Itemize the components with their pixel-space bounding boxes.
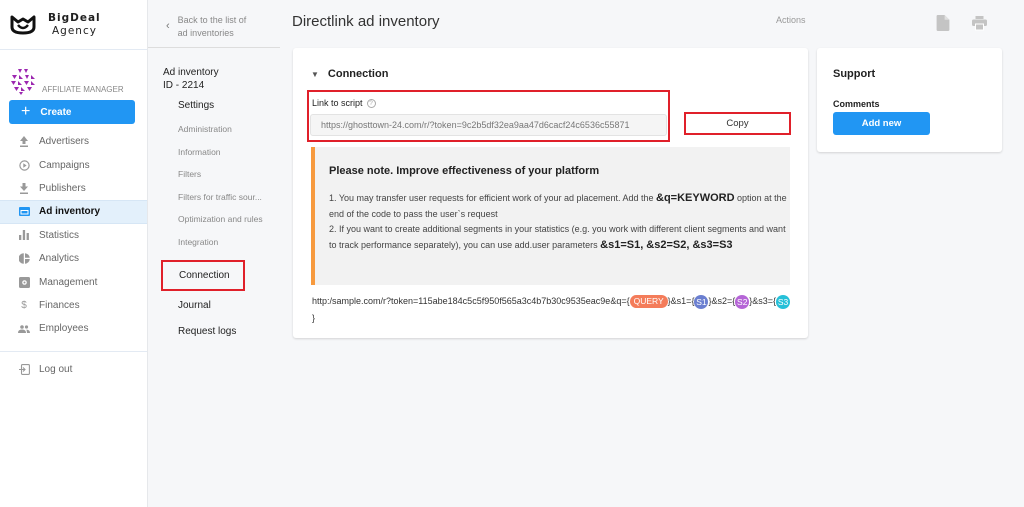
create-button[interactable]: + Create (9, 100, 135, 124)
info-note: Please note. Improve effectiveness of yo… (311, 147, 790, 285)
subnav-traffic-source-filters[interactable]: Filters for traffic sour... (148, 186, 283, 209)
connection-card: ▼ Connection Link to script ? https://gh… (293, 48, 808, 338)
inventory-title: Ad inventory ID - 2214 (148, 48, 283, 92)
chevron-left-icon: ‹ (166, 20, 170, 32)
create-label: Create (40, 106, 72, 118)
sidebar-item-label: Advertisers (39, 136, 90, 148)
ad-window-icon (18, 206, 30, 218)
sidebar-item-label: Statistics (39, 229, 80, 241)
sidebar-item-label: Ad inventory (39, 206, 101, 218)
subnav-information[interactable]: Information (148, 141, 283, 164)
inventory-id: ID - 2214 (163, 80, 205, 91)
section-title: Connection (327, 68, 389, 80)
sidebar-item-advertisers[interactable]: Advertisers (0, 130, 147, 153)
print-icon[interactable] (972, 15, 987, 31)
role-block: AFFILIATE MANAGER (0, 50, 147, 96)
bar-chart-icon (18, 229, 30, 241)
sample-text: }&s1={ (667, 296, 695, 306)
link-to-script-group: Link to script ? https://ghosttown-24.co… (307, 90, 670, 142)
note-paragraph-2: 2. If you want to create additional segm… (329, 222, 790, 253)
main-nav: Advertisers Campaigns Publishers Ad inve… (0, 130, 147, 341)
subnav-journal[interactable]: Journal (148, 293, 283, 319)
subnav-administration[interactable]: Administration (148, 118, 283, 141)
sample-text: http:/sample.com/r?token=115abe184c5c5f9… (312, 296, 630, 306)
nav-divider (0, 350, 147, 352)
sidebar-item-ad-inventory[interactable]: Ad inventory (0, 200, 147, 224)
brand-name: BigDeal Agency (48, 12, 101, 38)
role-label: AFFILIATE MANAGER (42, 85, 124, 94)
subnav-filters[interactable]: Filters (148, 163, 283, 186)
sidebar-item-campaigns[interactable]: Campaigns (0, 153, 147, 176)
sidebar-item-label: Employees (39, 323, 89, 335)
sidebar-item-management[interactable]: Management (0, 270, 147, 293)
sample-url: http:/sample.com/r?token=115abe184c5c5f9… (312, 293, 792, 327)
sidebar-item-label: Publishers (39, 182, 86, 194)
sidebar-item-label: Analytics (39, 253, 80, 265)
sidebar-item-analytics[interactable]: Analytics (0, 247, 147, 270)
subnav-connection[interactable]: Connection (161, 259, 245, 291)
link-label: Link to script ? (312, 98, 376, 108)
sidebar-item-finances[interactable]: $ Finances (0, 294, 147, 317)
caret-down-icon: ▼ (311, 69, 319, 79)
sidebar-item-label: Management (39, 276, 98, 288)
play-circle-icon (18, 159, 30, 171)
download-icon (18, 182, 30, 194)
s3-pill: S3 (776, 294, 791, 309)
query-pill: QUERY (629, 295, 668, 309)
segment-params: &s1=S1, &s2=S2, &s3=S3 (600, 238, 733, 251)
support-title: Support (833, 68, 876, 80)
s2-pill: S2 (735, 294, 750, 309)
note-title: Please note. Improve effectiveness of yo… (329, 165, 600, 177)
subnav-optimization-rules[interactable]: Optimization and rules (148, 208, 283, 231)
upload-icon (18, 136, 30, 148)
brand[interactable]: BigDeal Agency (0, 0, 147, 50)
brand-line1: BigDeal (48, 11, 101, 24)
support-card: Support Comments Add new (817, 48, 1002, 152)
back-line2: ad inventories (177, 28, 234, 38)
avatar (11, 69, 35, 95)
s1-pill: S1 (694, 294, 709, 309)
subnav-integration[interactable]: Integration (148, 231, 283, 254)
subnav-request-logs[interactable]: Request logs (148, 319, 283, 345)
script-link-input[interactable]: https://ghosttown-24.com/r/?token=9c2b5d… (310, 114, 667, 136)
back-to-list-link[interactable]: ‹ Back to the list of ad inventories (148, 0, 280, 48)
sample-text: }&s2={ (708, 296, 736, 306)
sidebar-item-employees[interactable]: Employees (0, 317, 147, 340)
pie-chart-icon (18, 253, 30, 265)
note-text: 1. You may transfer user requests for ef… (329, 193, 657, 203)
document-icon[interactable] (936, 15, 950, 31)
sidebar-item-label: Finances (39, 299, 80, 311)
keyword-param: &q=KEYWORD (656, 192, 735, 204)
sidebar: BigDeal Agency AFFILIATE MANAGER + Creat… (0, 0, 148, 507)
sample-text: }&s3={ (749, 296, 777, 306)
logout-icon (18, 363, 30, 375)
help-icon[interactable]: ? (366, 98, 376, 108)
brand-line2: Agency (52, 24, 97, 37)
comments-label: Comments (833, 99, 880, 109)
sample-text: } (312, 313, 316, 323)
inventory-subnav: ‹ Back to the list of ad inventories Ad … (148, 0, 283, 507)
people-icon (18, 323, 30, 335)
sidebar-item-label: Campaigns (39, 159, 90, 171)
link-label-text: Link to script (312, 98, 363, 108)
settings-box-icon (18, 276, 30, 288)
subnav-settings[interactable]: Settings (148, 94, 283, 118)
brand-logo-icon (10, 15, 36, 34)
sidebar-item-statistics[interactable]: Statistics (0, 224, 147, 247)
page-title: Directlink ad inventory (292, 13, 440, 30)
logout-button[interactable]: Log out (0, 358, 147, 381)
inventory-label: Ad inventory (163, 67, 219, 78)
sidebar-item-publishers[interactable]: Publishers (0, 177, 147, 200)
logout-label: Log out (39, 363, 73, 375)
actions-label: Actions (776, 15, 806, 25)
dollar-icon: $ (21, 299, 27, 311)
back-line1: Back to the list of (177, 15, 247, 25)
note-paragraph-1: 1. You may transfer user requests for ef… (329, 191, 790, 222)
connection-section-toggle[interactable]: ▼ Connection (311, 68, 388, 80)
plus-icon: + (21, 103, 31, 120)
copy-button[interactable]: Copy (684, 112, 791, 135)
add-comment-button[interactable]: Add new (833, 112, 930, 135)
